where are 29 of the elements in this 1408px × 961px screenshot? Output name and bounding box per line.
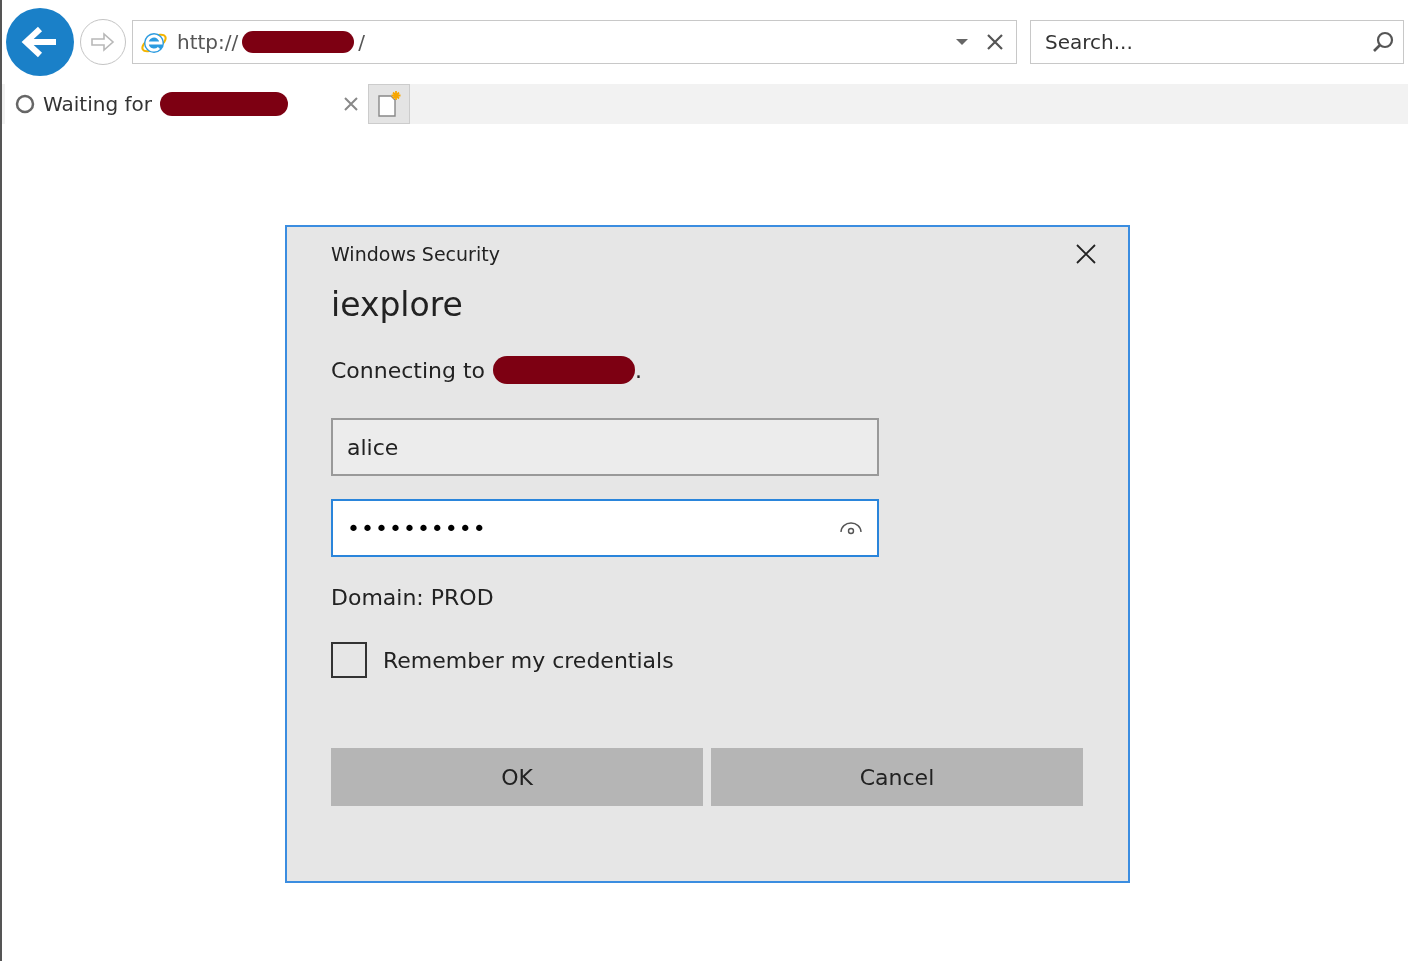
username-value: alice (347, 434, 399, 460)
password-value: •••••••••• (347, 515, 487, 541)
address-bar[interactable]: http:// / (132, 20, 1017, 64)
tab-label: Waiting for (43, 92, 152, 116)
domain-text: Domain: PROD (331, 585, 495, 610)
period-text: . (635, 357, 643, 383)
password-field[interactable]: •••••••••• (331, 499, 879, 557)
username-field[interactable]: alice (331, 418, 879, 476)
loading-icon (15, 94, 35, 114)
new-page-icon (376, 90, 402, 118)
dialog-heading: iexplore (331, 285, 464, 324)
search-field[interactable]: Search... (1030, 20, 1404, 64)
forward-arrow-icon (90, 31, 116, 53)
connecting-text: Connecting to (331, 357, 486, 383)
eye-icon[interactable] (839, 521, 863, 535)
cancel-button[interactable]: Cancel (711, 748, 1083, 806)
close-icon[interactable] (986, 33, 1004, 51)
dialog-title: Windows Security (331, 243, 500, 265)
browser-tab[interactable]: Waiting for (5, 84, 368, 124)
url-text: / (358, 30, 366, 54)
close-icon[interactable] (1076, 244, 1096, 264)
search-icon[interactable] (1371, 30, 1395, 54)
search-input[interactable]: Search... (1043, 29, 1371, 55)
remember-checkbox[interactable] (331, 642, 367, 678)
url-text: http:// (177, 30, 239, 54)
remember-label: Remember my credentials (383, 647, 674, 673)
dropdown-arrow-icon[interactable] (956, 38, 968, 46)
new-tab-button[interactable] (368, 84, 410, 124)
ok-button[interactable]: OK (331, 748, 703, 806)
